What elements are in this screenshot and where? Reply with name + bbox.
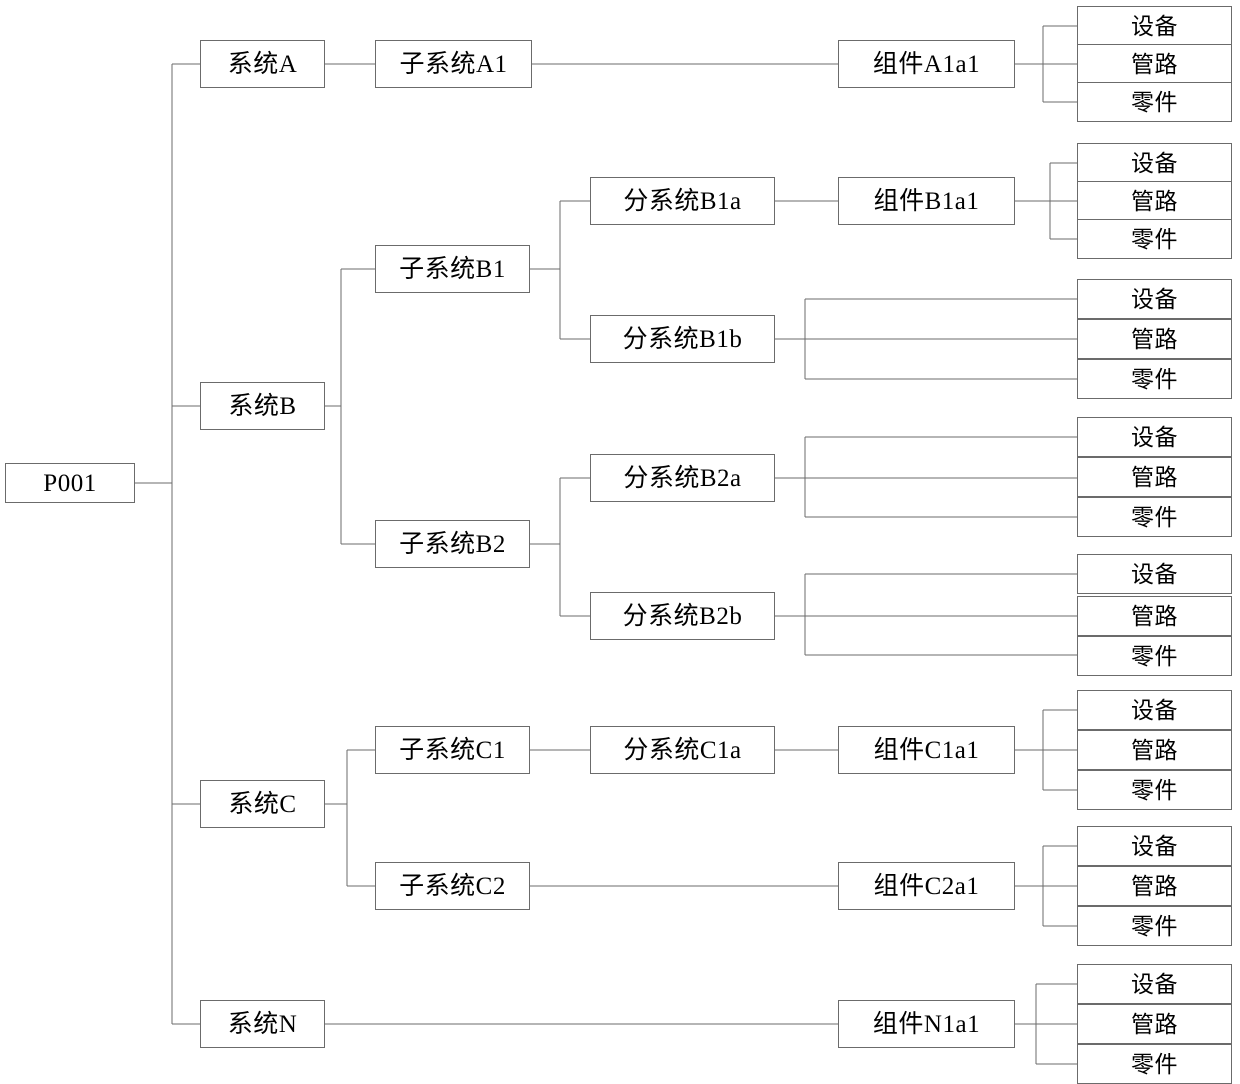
node-system-b[interactable]: 系统B [200,382,325,430]
node-root-p001[interactable]: P001 [5,463,135,503]
node-subsystem-b2[interactable]: 子系统B2 [375,520,530,568]
leaf-equipment[interactable]: 设备 [1077,6,1232,46]
product-structure-tree-diagram: P001 系统A 子系统A1 组件A1a1 设备 管路 零件 系统B 子系统B1… [0,0,1240,1084]
node-subsystem-b1[interactable]: 子系统B1 [375,245,530,293]
node-system-c[interactable]: 系统C [200,780,325,828]
node-branch-b2a[interactable]: 分系统B2a [590,454,775,502]
leaf-part[interactable]: 零件 [1077,906,1232,946]
node-component-c2a1[interactable]: 组件C2a1 [838,862,1015,910]
leaf-part[interactable]: 零件 [1077,1044,1232,1084]
leaf-pipeline[interactable]: 管路 [1077,596,1232,636]
node-branch-b2b[interactable]: 分系统B2b [590,592,775,640]
connector-lines [135,25,1077,1065]
node-branch-b1a[interactable]: 分系统B1a [590,177,775,225]
leaf-part[interactable]: 零件 [1077,497,1232,537]
leaf-equipment[interactable]: 设备 [1077,279,1232,319]
leaf-part[interactable]: 零件 [1077,770,1232,810]
node-system-n[interactable]: 系统N [200,1000,325,1048]
leaf-part[interactable]: 零件 [1077,219,1232,259]
leaf-equipment[interactable]: 设备 [1077,826,1232,866]
leaf-part[interactable]: 零件 [1077,82,1232,122]
leaf-equipment[interactable]: 设备 [1077,417,1232,457]
leaf-equipment[interactable]: 设备 [1077,143,1232,183]
node-system-a[interactable]: 系统A [200,40,325,88]
node-component-n1a1[interactable]: 组件N1a1 [838,1000,1015,1048]
leaf-pipeline[interactable]: 管路 [1077,319,1232,359]
node-component-b1a1[interactable]: 组件B1a1 [838,177,1015,225]
leaf-pipeline[interactable]: 管路 [1077,457,1232,497]
node-subsystem-c1[interactable]: 子系统C1 [375,726,530,774]
node-subsystem-a1[interactable]: 子系统A1 [375,40,532,88]
leaf-pipeline[interactable]: 管路 [1077,730,1232,770]
node-branch-b1b[interactable]: 分系统B1b [590,315,775,363]
node-branch-c1a[interactable]: 分系统C1a [590,726,775,774]
leaf-pipeline[interactable]: 管路 [1077,1004,1232,1044]
leaf-pipeline[interactable]: 管路 [1077,44,1232,84]
leaf-pipeline[interactable]: 管路 [1077,866,1232,906]
node-component-a1a1[interactable]: 组件A1a1 [838,40,1015,88]
leaf-part[interactable]: 零件 [1077,636,1232,676]
node-subsystem-c2[interactable]: 子系统C2 [375,862,530,910]
leaf-equipment[interactable]: 设备 [1077,964,1232,1004]
leaf-equipment[interactable]: 设备 [1077,554,1232,594]
leaf-pipeline[interactable]: 管路 [1077,181,1232,221]
leaf-equipment[interactable]: 设备 [1077,690,1232,730]
node-component-c1a1[interactable]: 组件C1a1 [838,726,1015,774]
leaf-part[interactable]: 零件 [1077,359,1232,399]
